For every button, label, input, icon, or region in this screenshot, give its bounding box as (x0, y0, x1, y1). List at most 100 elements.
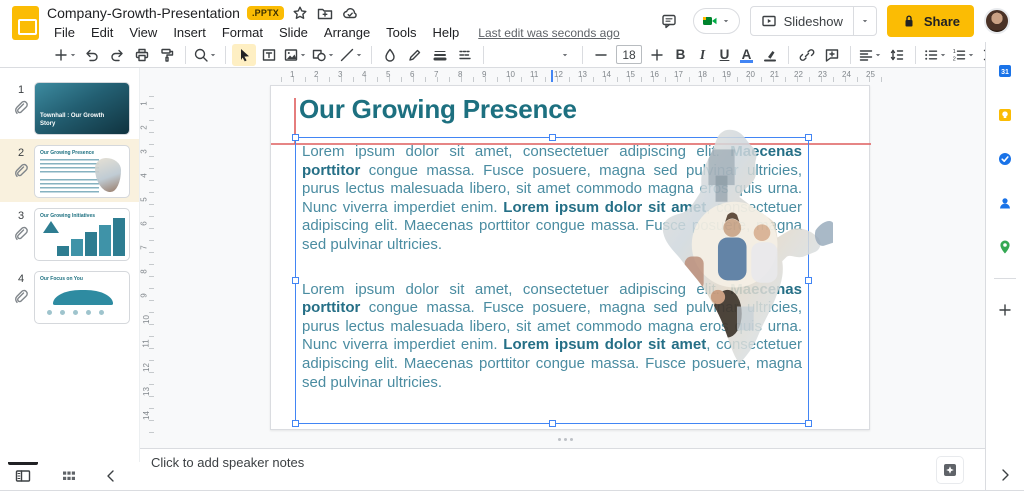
menu-file[interactable]: File (47, 24, 82, 41)
slideshow-options-caret[interactable] (853, 7, 876, 35)
insert-link-button[interactable] (795, 44, 819, 66)
slideshow-play-icon (761, 13, 777, 29)
font-size-input[interactable]: 18 (616, 45, 642, 64)
calendar-app-icon: 31 (997, 63, 1013, 79)
border-dash-icon (457, 47, 473, 63)
slide-number: 1 (18, 84, 24, 96)
view-switcher (0, 462, 140, 490)
document-title[interactable]: Company-Growth-Presentation (47, 5, 240, 21)
minus-icon (593, 47, 609, 63)
paint-format-icon (159, 47, 175, 63)
undo-button[interactable] (80, 44, 104, 66)
handle-middle-right[interactable] (805, 277, 812, 284)
print-button[interactable] (130, 44, 154, 66)
grid-view-button[interactable] (46, 462, 92, 490)
increase-font-size-button[interactable] (645, 44, 669, 66)
shape-icon (311, 47, 327, 63)
meet-icon (702, 13, 718, 29)
insert-comment-button[interactable] (820, 44, 844, 66)
redo-button[interactable] (105, 44, 129, 66)
google-maps-button[interactable] (992, 234, 1018, 260)
paint-format-button[interactable] (155, 44, 179, 66)
slide-thumbnail-2[interactable]: 2Our Growing Presence (0, 139, 139, 202)
insert-line-button[interactable] (338, 44, 365, 66)
italic-button[interactable]: I (692, 45, 713, 65)
link-icon (799, 47, 815, 63)
google-contacts-button[interactable] (992, 190, 1018, 216)
align-button[interactable] (857, 44, 884, 66)
highlight-color-button[interactable] (758, 44, 782, 66)
border-dash-button[interactable] (453, 44, 477, 66)
highlight-icon (762, 47, 778, 63)
handle-top-right[interactable] (805, 134, 812, 141)
underline-button[interactable]: U (714, 45, 735, 65)
user-avatar[interactable] (984, 8, 1010, 34)
insert-image-button[interactable] (282, 44, 309, 66)
bold-button[interactable]: B (670, 45, 691, 65)
thumbnail-preview: Our Growing Initiatives (34, 208, 130, 261)
cloud-saved-icon[interactable] (341, 4, 359, 22)
toolbar: 18BIUA12Format optionsAnimate (0, 42, 1024, 68)
google-calendar-button[interactable]: 31 (992, 58, 1018, 84)
menu-edit[interactable]: Edit (84, 24, 120, 41)
share-button[interactable]: Share (887, 5, 974, 37)
star-icon[interactable] (291, 4, 309, 22)
notes-resize-handle[interactable] (558, 438, 576, 442)
handle-bottom-right[interactable] (805, 420, 812, 427)
google-tasks-button[interactable] (992, 146, 1018, 172)
slide-editor[interactable]: Our Growing Presence Lorem ipsum dolor s… (270, 85, 870, 430)
handle-top-left[interactable] (292, 134, 299, 141)
zoom-button[interactable] (192, 44, 219, 66)
collapse-filmstrip-button[interactable] (98, 463, 124, 489)
line-spacing-button[interactable] (885, 44, 909, 66)
new-slide-button[interactable] (52, 44, 79, 66)
google-keep-button[interactable] (992, 102, 1018, 128)
bulleted-list-button[interactable] (922, 44, 949, 66)
border-color-button[interactable] (403, 44, 427, 66)
india-map-collage-image[interactable] (641, 128, 833, 366)
slide-thumbnail-4[interactable]: 4Our Focus on You (0, 265, 139, 328)
show-side-panel-button[interactable] (995, 465, 1015, 485)
bulleted-list-icon (923, 47, 939, 63)
numbered-list-button[interactable]: 12 (950, 44, 977, 66)
side-panel-rail: 31 (985, 42, 1024, 490)
text-color-button[interactable]: A (736, 45, 757, 65)
move-folder-icon[interactable] (316, 4, 334, 22)
text-box-button[interactable] (257, 44, 281, 66)
toolbar-divider (371, 46, 372, 64)
handle-top-center[interactable] (549, 134, 556, 141)
menu-slide[interactable]: Slide (272, 24, 315, 41)
menu-help[interactable]: Help (426, 24, 467, 41)
slides-logo-icon[interactable] (12, 6, 39, 40)
slide-title[interactable]: Our Growing Presence (299, 94, 577, 125)
menu-arrange[interactable]: Arrange (317, 24, 377, 41)
explore-icon (942, 462, 958, 478)
fill-color-button[interactable] (378, 44, 402, 66)
menu-view[interactable]: View (122, 24, 164, 41)
get-add-ons-button[interactable] (992, 297, 1018, 323)
handle-bottom-center[interactable] (549, 420, 556, 427)
decrease-font-size-button[interactable] (589, 44, 613, 66)
toolbar-divider (582, 46, 583, 64)
menu-tools[interactable]: Tools (379, 24, 423, 41)
chevron-down-icon (326, 50, 336, 60)
insert-shape-button[interactable] (310, 44, 337, 66)
menu-insert[interactable]: Insert (166, 24, 213, 41)
share-label: Share (924, 14, 960, 29)
speaker-notes-input[interactable]: Click to add speaker notes (151, 455, 304, 470)
explore-button[interactable] (937, 457, 963, 483)
meet-join-button[interactable] (693, 8, 740, 34)
handle-bottom-left[interactable] (292, 420, 299, 427)
border-weight-button[interactable] (428, 44, 452, 66)
handle-middle-left[interactable] (292, 277, 299, 284)
last-edit-link[interactable]: Last edit was seconds ago (478, 26, 619, 40)
slide-thumbnail-1[interactable]: 1Townhall : Our Growth Story (0, 76, 139, 139)
slide-thumbnail-3[interactable]: 3Our Growing Initiatives (0, 202, 139, 265)
line-spacing-icon (889, 47, 905, 63)
filmstrip-view-button[interactable] (0, 462, 46, 490)
comment-history-button[interactable] (655, 7, 683, 35)
slideshow-button[interactable]: Slideshow (750, 6, 877, 36)
font-family-select[interactable] (490, 45, 576, 65)
select-tool-button[interactable] (232, 44, 256, 66)
menu-format[interactable]: Format (215, 24, 270, 41)
